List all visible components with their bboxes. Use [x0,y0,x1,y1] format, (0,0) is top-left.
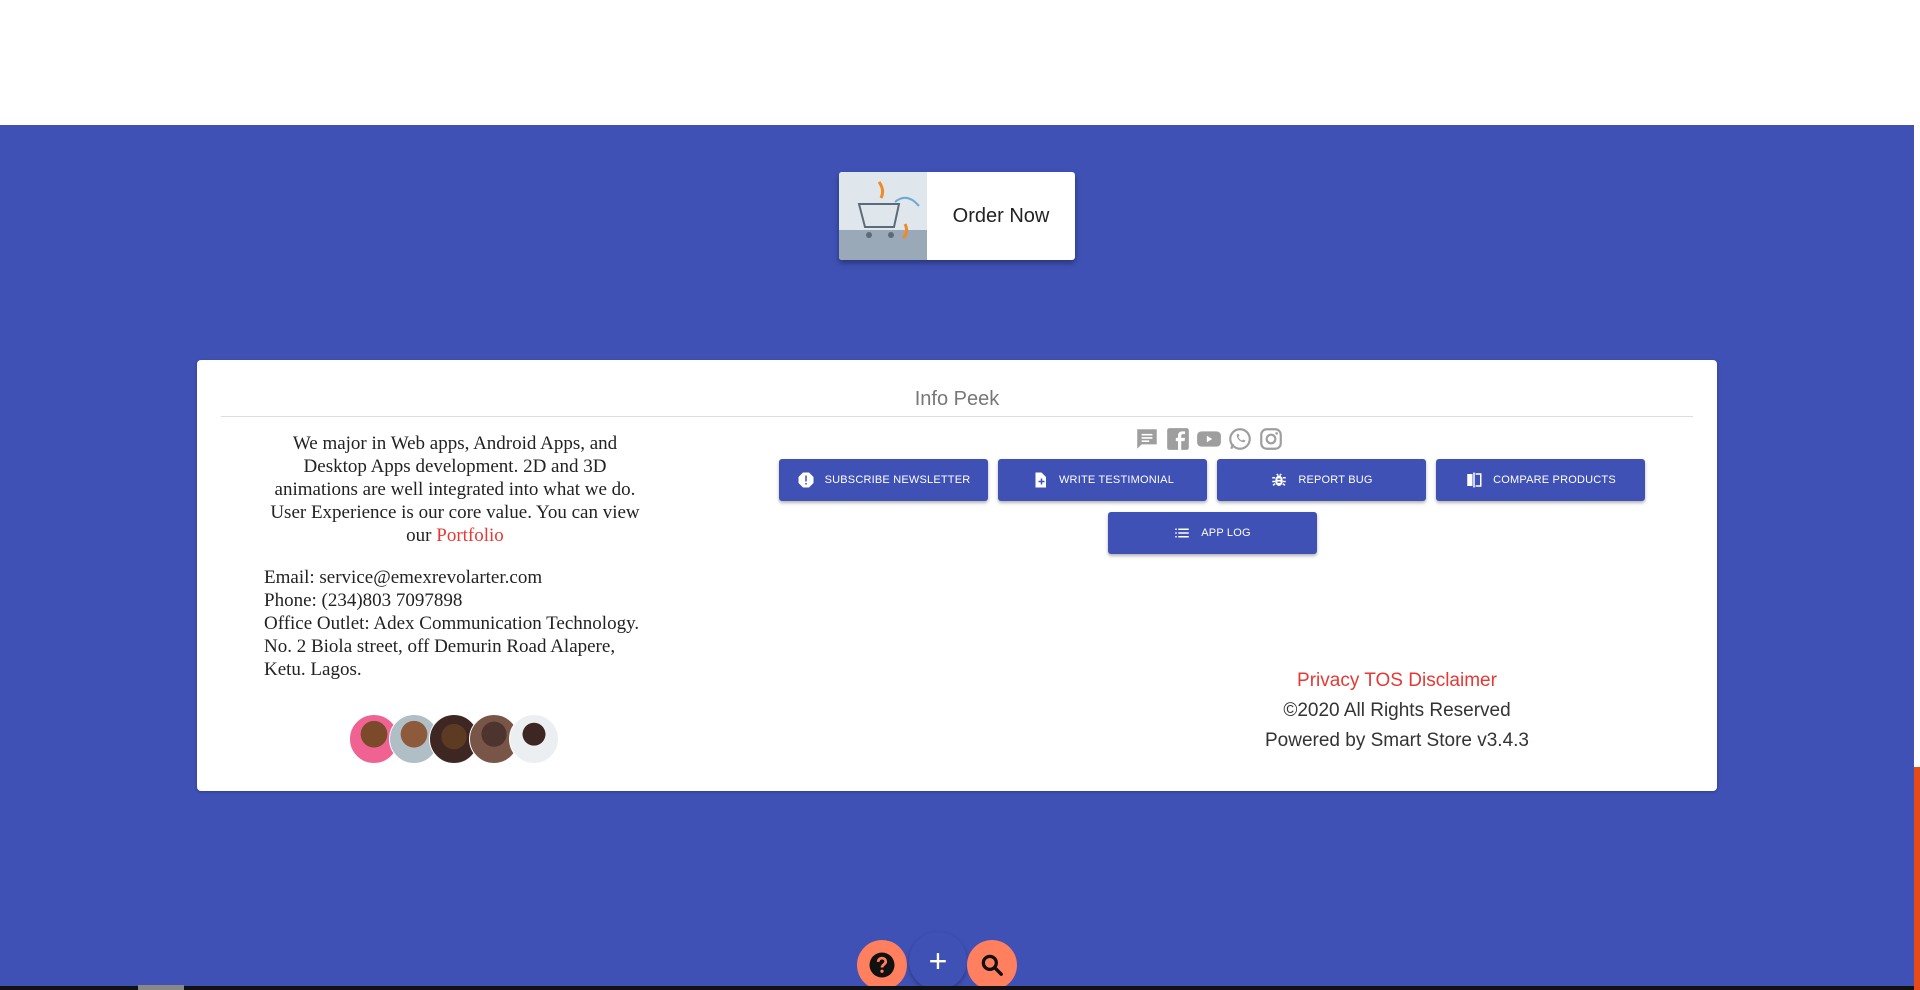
facebook-icon[interactable] [1164,425,1191,452]
search-button[interactable] [967,940,1017,990]
help-button[interactable] [857,940,907,990]
app-log-label: APP LOG [1201,527,1251,539]
report-bug-label: REPORT BUG [1298,474,1373,486]
add-button[interactable]: + [909,932,967,990]
alert-circle-icon [798,472,814,488]
subscribe-newsletter-label: SUBSCRIBE NEWSLETTER [824,474,971,486]
list-icon [1175,528,1189,538]
compare-icon [1467,472,1482,488]
floating-actions: + [857,932,1019,990]
powered-by-text: Powered by Smart Store v3.4.3 [1264,730,1529,751]
contact-email: Email: service@emexrevolarter.com [264,567,543,588]
team-avatars [349,714,559,764]
report-bug-button[interactable]: REPORT BUG [1217,459,1426,501]
instagram-icon[interactable] [1257,425,1284,452]
order-now-card[interactable]: Order Now [839,172,1075,260]
tos-link[interactable]: TOS [1364,670,1403,691]
note-add-icon [1035,472,1046,488]
legal-links: Privacy TOS Disclaimer [997,666,1797,696]
chat-icon[interactable] [1133,425,1160,452]
about-text: We major in Web apps, Android Apps, and … [265,432,645,547]
order-now-label[interactable]: Order Now [927,172,1075,260]
write-testimonial-label: WRITE TESTIMONIAL [1058,474,1175,486]
scrollbar-thumb[interactable] [1914,767,1920,990]
page-top-area [0,0,1914,125]
help-icon [869,952,895,978]
legal-footer: Privacy TOS Disclaimer ©2020 All Rights … [997,666,1797,756]
copyright-text: ©2020 All Rights Reserved [1283,700,1511,721]
app-log-button[interactable]: APP LOG [1107,512,1317,554]
info-peek-card: Info Peek We major in Web apps, Android … [197,360,1717,791]
action-buttons: SUBSCRIBE NEWSLETTER WRITE TESTIMONIAL R… [772,459,1652,554]
contact-phone: Phone: (234)803 7097898 [264,590,463,611]
bottom-tab [138,985,184,990]
compare-products-button[interactable]: COMPARE PRODUCTS [1436,459,1645,501]
disclaimer-link[interactable]: Disclaimer [1408,670,1497,691]
plus-icon: + [928,942,948,979]
whatsapp-icon[interactable] [1226,425,1253,452]
compare-products-label: COMPARE PRODUCTS [1493,474,1616,486]
contact-office: Office Outlet: Adex Communication Techno… [264,613,640,680]
shopping-cart-image [839,172,927,260]
info-peek-title: Info Peek [221,388,1693,417]
write-testimonial-button[interactable]: WRITE TESTIMONIAL [998,459,1207,501]
portfolio-link[interactable]: Portfolio [436,525,504,546]
contact-info: Email: service@emexrevolarter.com Phone:… [264,566,644,681]
youtube-icon[interactable] [1195,425,1222,452]
privacy-link[interactable]: Privacy [1297,670,1359,691]
bottom-edge [0,986,1914,990]
bug-icon [1272,473,1287,486]
social-icons [1133,425,1284,452]
search-icon [981,954,1003,976]
subscribe-newsletter-button[interactable]: SUBSCRIBE NEWSLETTER [779,459,988,501]
avatar[interactable] [509,714,559,764]
